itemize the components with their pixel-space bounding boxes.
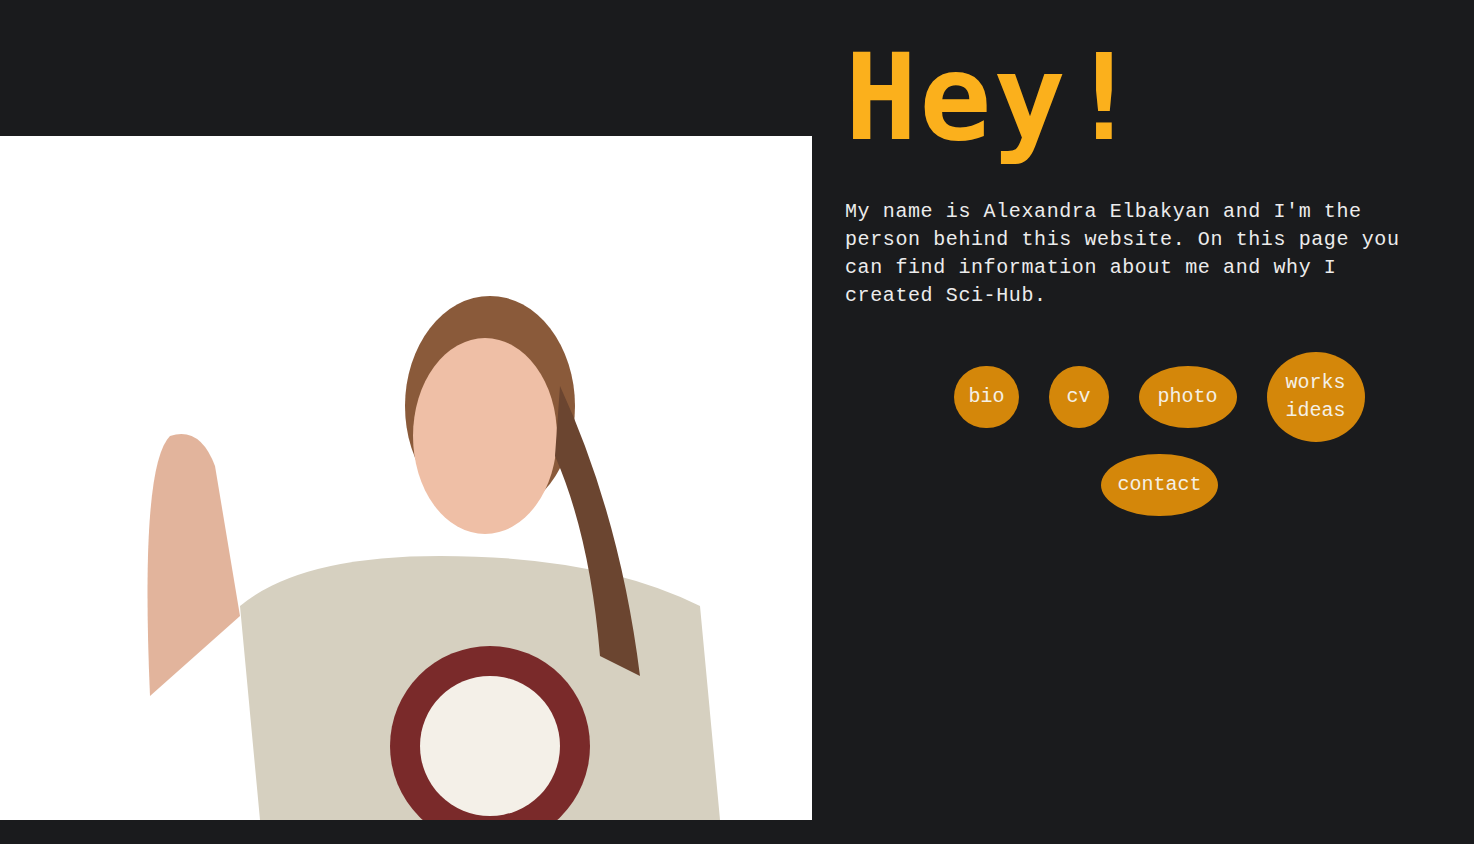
nav-button[interactable]: cv xyxy=(1049,366,1109,428)
nav-button[interactable]: works ideas xyxy=(1267,352,1365,442)
greeting-title: Hey! xyxy=(845,38,1434,158)
person-icon xyxy=(0,136,812,820)
nav-button[interactable]: photo xyxy=(1139,366,1237,428)
nav-row: biocvphoto works ideas xyxy=(954,352,1364,442)
nav-button[interactable]: bio xyxy=(954,366,1018,428)
intro-panel: Hey! My name is Alexandra Elbakyan and I… xyxy=(812,0,1474,844)
nav-row: contact xyxy=(1101,454,1217,516)
nav-button[interactable]: contact xyxy=(1101,454,1217,516)
intro-text: My name is Alexandra Elbakyan and I'm th… xyxy=(845,198,1434,310)
nav-menu: biocvphoto works ideas contact xyxy=(845,352,1434,516)
page: Hey! My name is Alexandra Elbakyan and I… xyxy=(0,0,1474,844)
portrait-photo xyxy=(0,136,812,820)
